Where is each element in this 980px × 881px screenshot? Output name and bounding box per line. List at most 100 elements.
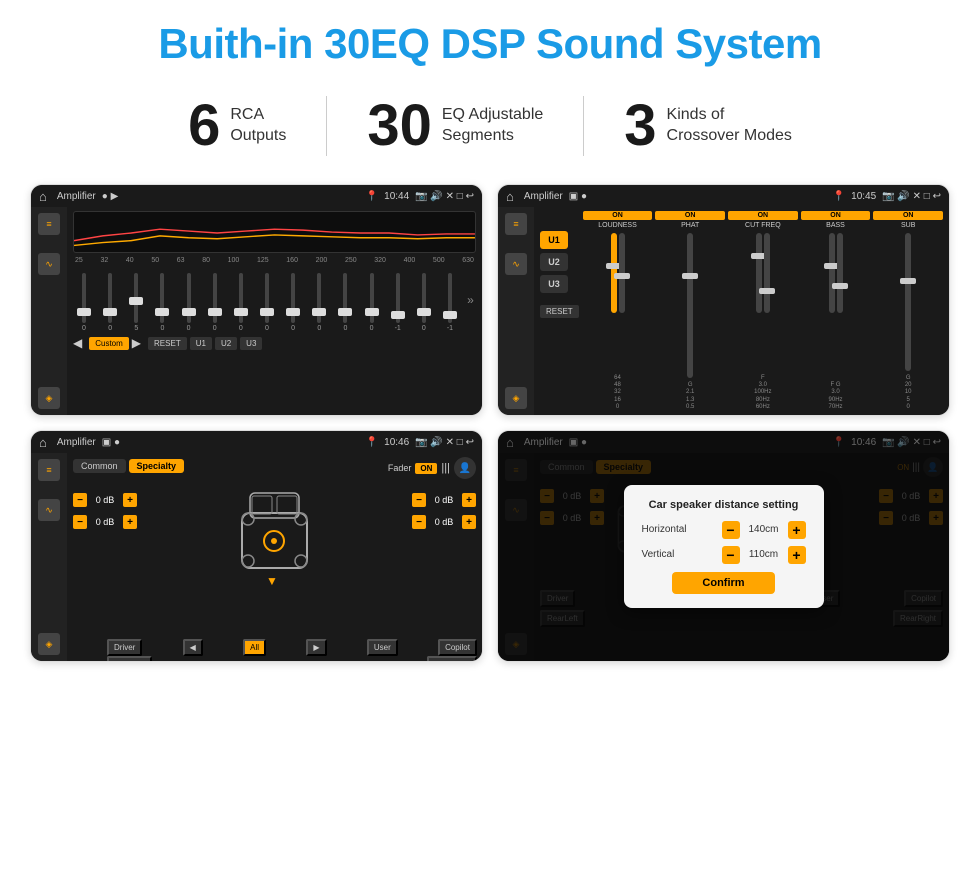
eq-u3-btn[interactable]: U3 xyxy=(240,337,262,350)
vol-plus-4[interactable]: + xyxy=(462,515,476,529)
band-phat-slider[interactable] xyxy=(687,233,693,378)
eq-freq-labels: 25 32 40 50 63 80 100 125 160 200 250 32… xyxy=(73,257,476,264)
btn-all[interactable]: All xyxy=(243,639,266,656)
vol-plus-3[interactable]: + xyxy=(462,493,476,507)
band-loudness-on[interactable]: ON xyxy=(583,211,653,220)
btn-user[interactable]: User xyxy=(367,639,398,656)
freq-32: 32 xyxy=(100,257,108,264)
btn-left-arrow[interactable]: ◀ xyxy=(183,639,203,656)
amp-status-bar: ⌂ Amplifier ▣ ● 📍 10:45 📷 🔊 ✕ □ ↩ xyxy=(498,185,949,207)
stats-row: 6 RCAOutputs 30 EQ AdjustableSegments 3 … xyxy=(30,96,950,156)
eq-sliders-row: 0 0 5 0 xyxy=(73,267,476,332)
eq-status-right-icons: 📷 🔊 ✕ □ ↩ xyxy=(415,191,474,202)
dialog-horizontal-value: 140cm xyxy=(744,524,784,535)
dialog-horizontal-minus[interactable]: − xyxy=(722,521,740,539)
slider-160: 0 xyxy=(284,273,302,332)
speaker-bottom-buttons: Driver ◀ All ▶ User Copilot xyxy=(107,639,477,656)
eq-reset-btn[interactable]: RESET xyxy=(148,337,187,350)
amp-sidebar-speaker-icon[interactable]: ◈ xyxy=(505,387,527,409)
btn-right-arrow[interactable]: ▶ xyxy=(306,639,326,656)
speaker-sidebar-speaker-icon[interactable]: ◈ xyxy=(38,633,60,655)
btn-rearleft[interactable]: RearLeft xyxy=(107,656,152,661)
band-cutfreq-slider2[interactable] xyxy=(764,233,770,313)
band-cutfreq-on[interactable]: ON xyxy=(728,211,798,220)
eq-status-bar: ⌂ Amplifier ● ▶ 📍 10:44 📷 🔊 ✕ □ ↩ xyxy=(31,185,482,207)
amp-u2-preset[interactable]: U2 xyxy=(540,253,568,271)
band-phat-on[interactable]: ON xyxy=(655,211,725,220)
vol-plus-2[interactable]: + xyxy=(123,515,137,529)
speaker-screen-card: ⌂ Amplifier ▣ ● 📍 10:46 📷 🔊 ✕ □ ↩ ≡ ∿ ◈ xyxy=(30,430,483,662)
band-bass-slider1[interactable] xyxy=(829,233,835,313)
vol-minus-3[interactable]: − xyxy=(412,493,426,507)
band-loudness-slider2[interactable] xyxy=(619,233,625,313)
eq-time: 10:44 xyxy=(384,191,409,202)
freq-50: 50 xyxy=(151,257,159,264)
stat-crossover-number: 3 xyxy=(624,97,656,155)
fader-label: Fader xyxy=(388,463,412,473)
vol-minus-1[interactable]: − xyxy=(73,493,87,507)
speaker-sidebar-wave-icon[interactable]: ∿ xyxy=(38,499,60,521)
band-bass-on[interactable]: ON xyxy=(801,211,871,220)
amp-reset-btn-preset[interactable]: RESET xyxy=(540,305,579,318)
amp-u1-preset[interactable]: U1 xyxy=(540,231,568,249)
eq-custom-preset[interactable]: Custom xyxy=(89,337,129,350)
svg-text:▼: ▼ xyxy=(266,574,278,588)
eq-sidebar-eq-icon[interactable]: ≡ xyxy=(38,213,60,235)
stat-rca-label: RCAOutputs xyxy=(230,105,286,147)
band-bass-label: BASS xyxy=(826,222,845,229)
vol-val-4: 0 dB xyxy=(430,517,458,527)
confirm-button[interactable]: Confirm xyxy=(672,572,774,594)
band-sub-on[interactable]: ON xyxy=(873,211,943,220)
band-bass-slider2[interactable] xyxy=(837,233,843,313)
vol-plus-1[interactable]: + xyxy=(123,493,137,507)
speaker-app-name: Amplifier xyxy=(57,437,96,448)
amp-u3-preset[interactable]: U3 xyxy=(540,275,568,293)
dialog-vertical-plus[interactable]: + xyxy=(788,546,806,564)
speaker-sidebar: ≡ ∿ ◈ xyxy=(31,453,67,661)
amp-bands-area: ON LOUDNESS 644832160 ON xyxy=(583,211,943,411)
vol-val-3: 0 dB xyxy=(430,495,458,505)
eq-prev-arrow[interactable]: ◀ xyxy=(73,336,82,350)
vol-minus-4[interactable]: − xyxy=(412,515,426,529)
speaker-status-icons: ▣ ● xyxy=(102,437,120,448)
eq-u1-btn[interactable]: U1 xyxy=(190,337,212,350)
page-title: Buith-in 30EQ DSP Sound System xyxy=(30,20,950,68)
band-cutfreq-label: CUT FREQ xyxy=(745,222,781,229)
band-loudness-label: LOUDNESS xyxy=(598,222,637,229)
band-loudness-vals: 644832160 xyxy=(614,375,621,411)
eq-sidebar-speaker-icon[interactable]: ◈ xyxy=(38,387,60,409)
amp-nav-icon: 📍 xyxy=(833,191,845,202)
eq-sidebar: ≡ ∿ ◈ xyxy=(31,207,67,415)
band-sub-slider[interactable] xyxy=(905,233,911,371)
amp-sidebar-eq-icon[interactable]: ≡ xyxy=(505,213,527,235)
btn-driver[interactable]: Driver xyxy=(107,639,142,656)
eq-u2-btn[interactable]: U2 xyxy=(215,337,237,350)
tab-specialty[interactable]: Specialty xyxy=(129,459,185,473)
btn-rearright[interactable]: RearRight xyxy=(427,656,477,661)
car-diagram-center: ▼ xyxy=(141,483,408,603)
band-cutfreq: ON CUT FREQ F3.0100Hz80Hz60Hz xyxy=(728,211,798,411)
fader-on-badge[interactable]: ON xyxy=(415,463,437,474)
slider-250: 0 xyxy=(336,273,354,332)
dialog-horizontal-plus[interactable]: + xyxy=(788,521,806,539)
dialog-box: Car speaker distance setting Horizontal … xyxy=(624,485,824,608)
amp-presets-col: U1 U2 U3 RESET xyxy=(540,211,579,411)
eq-sidebar-wave-icon[interactable]: ∿ xyxy=(38,253,60,275)
eq-next-arrow[interactable]: ▶ xyxy=(132,336,141,350)
vol-minus-2[interactable]: − xyxy=(73,515,87,529)
slider-25: 0 xyxy=(75,273,93,332)
slider-125: 0 xyxy=(258,273,276,332)
speaker-sidebar-eq-icon[interactable]: ≡ xyxy=(38,459,60,481)
eq-screen-card: ⌂ Amplifier ● ▶ 📍 10:44 📷 🔊 ✕ □ ↩ ≡ ∿ ◈ xyxy=(30,184,483,416)
vol-row-3: − 0 dB + xyxy=(412,493,476,507)
dialog-vertical-minus[interactable]: − xyxy=(722,546,740,564)
band-cutfreq-slider1[interactable] xyxy=(756,233,762,313)
eq-main-content: 25 32 40 50 63 80 100 125 160 200 250 32… xyxy=(67,207,482,415)
tab-common[interactable]: Common xyxy=(73,459,126,473)
slider-200: 0 xyxy=(310,273,328,332)
freq-63: 63 xyxy=(177,257,185,264)
freq-500: 500 xyxy=(433,257,445,264)
left-volume-col: − 0 dB + − 0 dB + xyxy=(73,483,137,529)
btn-copilot[interactable]: Copilot xyxy=(438,639,477,656)
amp-sidebar-wave-icon[interactable]: ∿ xyxy=(505,253,527,275)
